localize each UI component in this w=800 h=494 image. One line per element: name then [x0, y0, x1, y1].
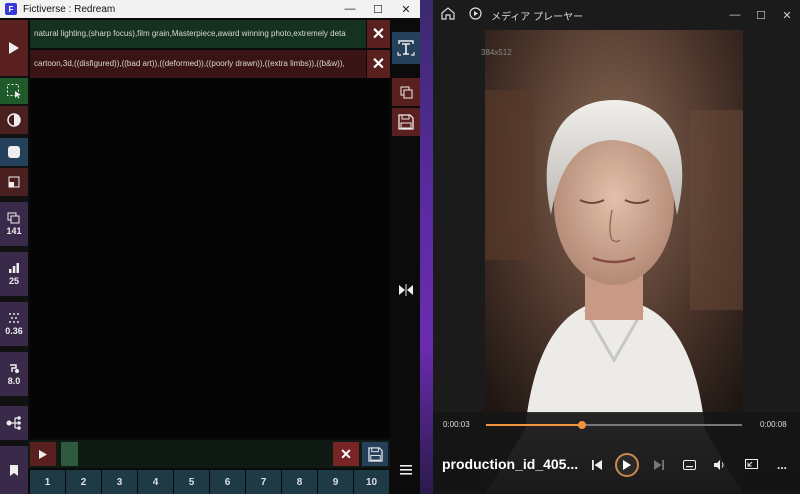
batch-run-button[interactable]	[30, 442, 56, 466]
batch-cancel-button[interactable]: ✕	[333, 442, 359, 466]
slot-button[interactable]: 5	[174, 470, 209, 494]
slot-button[interactable]: 8	[282, 470, 317, 494]
media-player-titlebar: メディア プレーヤー — ☐ ✕	[433, 0, 800, 30]
save-button[interactable]	[392, 108, 420, 136]
negative-prompt-field[interactable]: cartoon,3d,((disfigured)),((bad art)),((…	[30, 50, 366, 78]
clear-positive-prompt-button[interactable]: ✕	[367, 20, 390, 48]
play-icon	[623, 460, 631, 470]
miniplayer-icon	[744, 459, 758, 469]
desktop-wallpaper-strip	[420, 0, 433, 494]
more-options-button[interactable]: ...	[772, 455, 792, 475]
next-button[interactable]	[650, 455, 668, 475]
play-icon	[39, 449, 47, 459]
slot-button[interactable]: 7	[246, 470, 281, 494]
seek-bar[interactable]	[486, 421, 742, 429]
steps-control[interactable]: 141	[0, 202, 28, 246]
shape-button[interactable]	[0, 138, 28, 166]
volume-icon	[713, 460, 723, 470]
seek-thumb[interactable]	[578, 421, 586, 429]
batch-save-button[interactable]	[362, 442, 388, 466]
left-toolbar: 141 25 0.36 8.0	[0, 20, 28, 494]
maximize-icon[interactable]: ☐	[364, 0, 392, 18]
steps-value: 141	[6, 226, 22, 236]
slot-button[interactable]: 10	[354, 470, 389, 494]
close-icon[interactable]: ✕	[774, 9, 800, 22]
app-logo-icon: F	[5, 3, 17, 15]
seed-icon	[10, 364, 19, 373]
node-tree-icon	[6, 416, 21, 430]
batch-progress	[61, 442, 78, 466]
redream-window: F Fictiverse : Redream — ☐ ✕ 141 25 0.36…	[0, 0, 420, 494]
selection-icon	[7, 84, 21, 99]
copy-icon	[400, 86, 412, 98]
skip-previous-icon	[592, 460, 602, 470]
bookmark-button[interactable]	[0, 446, 28, 494]
redream-titlebar: F Fictiverse : Redream — ☐ ✕	[0, 0, 420, 18]
video-dimensions-label: 384x512	[481, 48, 512, 57]
save-icon	[398, 114, 414, 130]
elapsed-time: 0:00:03	[443, 420, 470, 429]
media-player-title: メディア プレーヤー	[491, 11, 584, 23]
strength-value: 8.0	[7, 376, 21, 386]
noise-icon	[9, 313, 19, 323]
volume-button[interactable]	[710, 455, 728, 475]
denoise-control[interactable]: 0.36	[0, 302, 28, 346]
run-button[interactable]	[0, 20, 28, 76]
denoise-value: 0.36	[5, 326, 23, 336]
resize-icon	[8, 176, 20, 188]
text-icon	[397, 40, 415, 56]
text-tool-button[interactable]	[392, 32, 420, 64]
contrast-button[interactable]	[0, 106, 28, 134]
play-button[interactable]	[615, 453, 639, 477]
play-icon	[9, 42, 19, 54]
skip-next-icon	[654, 460, 664, 470]
close-icon: ✕	[340, 445, 352, 462]
select-region-button[interactable]	[0, 78, 28, 104]
contrast-icon	[7, 113, 21, 127]
rounded-square-icon	[8, 146, 20, 158]
close-icon: ✕	[371, 26, 386, 43]
batch-bar: ✕	[28, 440, 390, 468]
slot-button[interactable]: 3	[102, 470, 137, 494]
cfg-control[interactable]: 25	[0, 252, 28, 296]
slot-button[interactable]: 1	[30, 470, 65, 494]
hamburger-icon	[400, 465, 412, 475]
save-icon	[367, 446, 383, 462]
cfg-value: 25	[8, 276, 19, 286]
minimize-icon[interactable]: —	[722, 9, 748, 22]
positive-prompt-field[interactable]: natural lighting,(sharp focus),film grai…	[30, 20, 366, 48]
captions-button[interactable]	[680, 455, 698, 475]
slot-button[interactable]: 9	[318, 470, 353, 494]
menu-button[interactable]	[392, 456, 420, 484]
previous-button[interactable]	[588, 455, 606, 475]
captions-icon	[682, 460, 696, 470]
workflow-button[interactable]	[0, 406, 28, 440]
compare-toggle[interactable]	[392, 278, 420, 302]
image-canvas[interactable]	[30, 78, 390, 438]
window-title: Fictiverse : Redream	[23, 3, 116, 15]
slot-button[interactable]: 2	[66, 470, 101, 494]
slot-button[interactable]: 6	[210, 470, 245, 494]
desktop: F Fictiverse : Redream — ☐ ✕ 141 25 0.36…	[0, 0, 800, 494]
clear-negative-prompt-button[interactable]: ✕	[367, 50, 390, 78]
close-icon: ✕	[371, 56, 386, 73]
slot-button[interactable]: 4	[138, 470, 173, 494]
slot-number-row: 1 2 3 4 5 6 7 8 9 10	[30, 470, 390, 494]
resize-button[interactable]	[0, 168, 28, 196]
close-icon[interactable]: ✕	[392, 0, 420, 18]
total-time: 0:00:08	[760, 420, 787, 429]
home-icon[interactable]	[441, 7, 457, 23]
media-player-app-icon	[469, 7, 483, 23]
layers-icon	[7, 212, 20, 224]
copy-button[interactable]	[392, 78, 420, 106]
video-filename: production_id_405...	[442, 456, 579, 472]
split-compare-icon	[399, 284, 413, 296]
maximize-icon[interactable]: ☐	[748, 9, 774, 22]
bookmark-icon	[10, 464, 18, 476]
minimize-icon[interactable]: —	[336, 0, 364, 18]
bar-chart-icon	[9, 263, 19, 273]
seek-bar-progress	[486, 424, 582, 426]
strength-control[interactable]: 8.0	[0, 352, 28, 396]
miniplayer-button[interactable]	[742, 455, 760, 475]
